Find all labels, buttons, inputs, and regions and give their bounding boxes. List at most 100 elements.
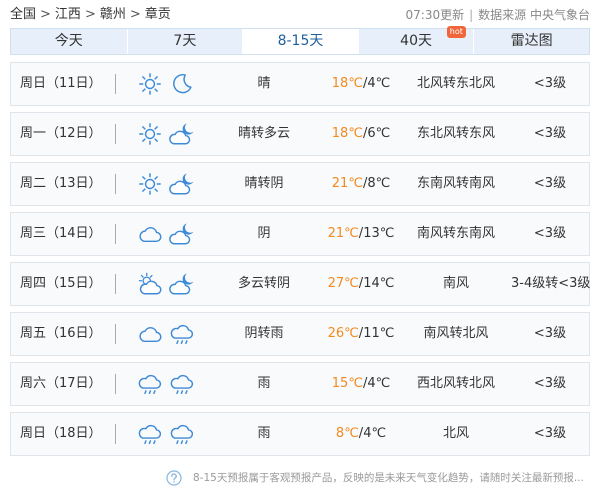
column-divider — [115, 124, 116, 144]
forecast-row: 周一（12日） 晴转多云 18℃/6℃ 东北风转东风 <3级 — [10, 112, 590, 156]
weather-description: 晴转多云 — [237, 126, 290, 141]
low-temperature: 11℃ — [363, 326, 395, 341]
tab-today[interactable]: 今天 — [11, 29, 127, 54]
question-icon[interactable] — [166, 470, 182, 486]
forecast-day: 周三（14日） — [20, 226, 102, 241]
data-source: 数据来源 中央气象台 — [478, 8, 590, 22]
breadcrumb-separator: > — [40, 7, 51, 22]
forecast-row: 周三（14日） 阴 21℃/13℃ 南风转东南风 <3级 — [10, 212, 590, 256]
low-temperature: 4℃ — [367, 76, 391, 91]
sun-icon — [137, 71, 163, 97]
temperature-range: 26℃/11℃ — [316, 313, 406, 355]
tab-radar[interactable]: 雷达图 — [473, 29, 589, 54]
tab-label: 7天 — [173, 33, 197, 49]
breadcrumb-separator: > — [84, 7, 96, 22]
weather-description: 雨 — [257, 376, 271, 391]
breadcrumb-separator: > — [129, 7, 141, 22]
forecast-row: 周四（15日） 多云转阴 27℃/14℃ 南风 3-4级转<3级 — [10, 262, 590, 306]
high-temperature: 21℃ — [327, 226, 359, 241]
tab-8-15-days[interactable]: 8-15天 — [242, 29, 358, 54]
forecast-tabs: 今天 7天 8-15天 40天 hot 雷达图 — [10, 26, 590, 55]
disclaimer-text: 8-15天预报属于客观预报产品，反映的是未来天气变化趋势，请随时关注最新预报..… — [193, 472, 584, 484]
breadcrumb-item-province[interactable]: 江西 — [55, 7, 81, 22]
cloud-moon-icon — [169, 121, 195, 147]
wind-level: <3级 — [533, 226, 567, 241]
cloud-moon-icon — [169, 171, 195, 197]
tab-7-days[interactable]: 7天 — [126, 29, 243, 54]
rain-icon — [137, 421, 163, 447]
weather-description: 阴 — [257, 226, 271, 241]
forecast-day: 周六（17日） — [20, 376, 102, 391]
weather-description: 晴转阴 — [244, 176, 284, 191]
wind-direction: 东北风转东风 — [416, 126, 495, 141]
weather-description: 阴转雨 — [244, 326, 284, 341]
column-divider — [115, 374, 116, 394]
breadcrumb-item-city[interactable]: 赣州 — [100, 7, 126, 22]
high-temperature: 15℃ — [331, 376, 363, 391]
wind-direction: 北风转东北风 — [416, 76, 495, 91]
tab-label: 今天 — [54, 33, 83, 49]
forecast-row: 周日（11日） 晴 18℃/4℃ 北风转东北风 <3级 — [10, 62, 590, 106]
low-temperature: 13℃ — [363, 226, 395, 241]
temperature-range: 18℃/4℃ — [316, 63, 406, 105]
breadcrumb-item-district: 章贡 — [144, 7, 171, 22]
cloud-icon — [137, 221, 163, 247]
wind-direction: 南风转东南风 — [416, 226, 495, 241]
weather-description: 雨 — [257, 426, 271, 441]
sun-icon — [137, 171, 163, 197]
forecast-row: 周二（13日） 晴转阴 21℃/8℃ 东南风转南风 <3级 — [10, 162, 590, 206]
forecast-day: 周一（12日） — [20, 126, 102, 141]
wind-level: <3级 — [533, 426, 567, 441]
wind-direction: 北风 — [442, 426, 469, 441]
rain-icon — [169, 371, 195, 397]
temperature-range: 8℃/4℃ — [316, 413, 406, 455]
high-temperature: 18℃ — [331, 126, 363, 141]
tab-label: 40天 — [400, 33, 432, 49]
cloud-sun-icon — [137, 271, 163, 297]
cloud-icon — [137, 321, 163, 347]
hot-badge: hot — [446, 26, 466, 38]
forecast-day: 周四（15日） — [20, 276, 102, 291]
sun-icon — [137, 121, 163, 147]
update-info: 07:30更新 | 数据来源 中央气象台 — [406, 5, 590, 25]
rain-icon — [169, 421, 195, 447]
meta-divider: | — [469, 8, 474, 22]
forecast-day: 周二（13日） — [20, 176, 102, 191]
temperature-range: 21℃/8℃ — [316, 163, 406, 205]
column-divider — [115, 174, 116, 194]
wind-level: 3-4级转<3级 — [511, 276, 591, 291]
top-bar: 全国 > 江西 > 赣州 > 章贡 07:30更新 | 数据来源 中央气象台 — [10, 5, 590, 25]
tab-label: 8-15天 — [277, 33, 324, 49]
high-temperature: 21℃ — [331, 176, 363, 191]
wind-level: <3级 — [533, 76, 567, 91]
forecast-day: 周日（18日） — [20, 426, 102, 441]
breadcrumb: 全国 > 江西 > 赣州 > 章贡 — [10, 5, 171, 25]
moon-icon — [169, 71, 195, 97]
temperature-range: 18℃/6℃ — [316, 113, 406, 155]
forecast-row: 周五（16日） 阴转雨 26℃/11℃ 南风转北风 <3级 — [10, 312, 590, 356]
column-divider — [115, 424, 116, 444]
cloud-moon-icon — [169, 271, 195, 297]
low-temperature: 8℃ — [367, 176, 391, 191]
forecast-disclaimer: 8-15天预报属于客观预报产品，反映的是未来天气变化趋势，请随时关注最新预报..… — [0, 470, 600, 486]
high-temperature: 8℃ — [335, 426, 359, 441]
wind-level: <3级 — [533, 326, 567, 341]
rain-icon — [137, 371, 163, 397]
column-divider — [115, 224, 116, 244]
weather-description: 晴 — [257, 76, 271, 91]
tab-40-days[interactable]: 40天 hot — [357, 26, 474, 54]
weather-description: 多云转阴 — [237, 276, 290, 291]
temperature-range: 15℃/4℃ — [316, 363, 406, 405]
high-temperature: 26℃ — [327, 326, 359, 341]
wind-level: <3级 — [533, 376, 567, 391]
forecast-list: 周日（11日）晴 18℃/4℃ 北风转东北风 <3级 周一（12日） 晴转多云 18℃/6℃… — [10, 62, 590, 462]
temperature-range: 21℃/13℃ — [316, 213, 406, 255]
breadcrumb-item-national[interactable]: 全国 — [10, 7, 36, 22]
low-temperature: 14℃ — [363, 276, 395, 291]
column-divider — [115, 274, 116, 294]
tab-label: 雷达图 — [510, 33, 553, 49]
rain-icon — [169, 321, 195, 347]
forecast-row: 周六（17日） 雨 15℃/4℃ 西北风转北风 <3级 — [10, 362, 590, 406]
forecast-day: 周日（11日） — [20, 76, 102, 91]
wind-direction: 南风转北风 — [423, 326, 489, 341]
